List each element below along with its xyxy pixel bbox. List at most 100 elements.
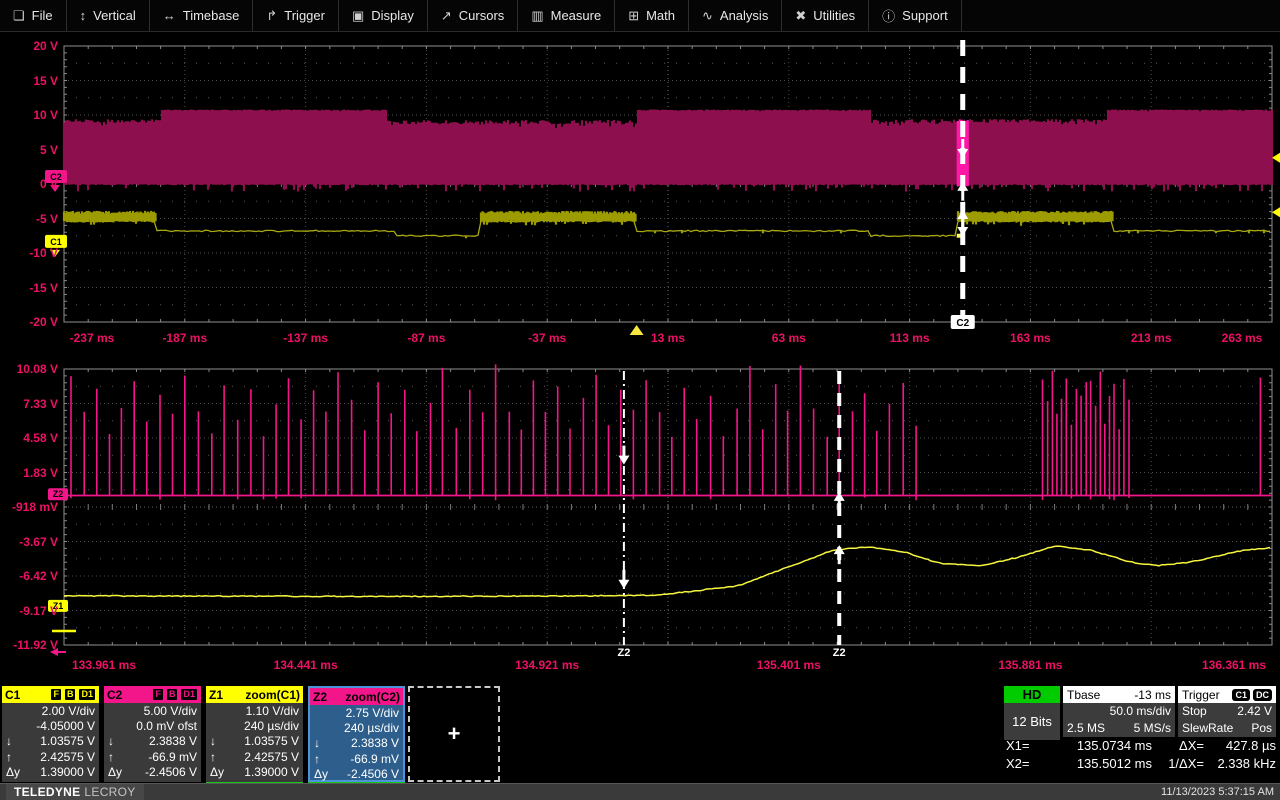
trigger-type: SlewRate: [1182, 721, 1234, 735]
trigger-source-badge: C1: [1232, 688, 1250, 701]
main-xtick: 213 ms: [1130, 331, 1172, 345]
row-symbol: Δy: [108, 765, 123, 780]
x2-value: 135.5012 ms: [1076, 756, 1152, 771]
row-value: -2.4506 V: [144, 765, 197, 780]
hd-label: HD: [1004, 686, 1060, 703]
row-symbol: Δy: [6, 765, 21, 780]
main-xtick: -237 ms: [69, 331, 115, 345]
main-ytick: 5 V: [39, 142, 58, 157]
cursor-readout: X1= 135.0734 ms ΔX= 427.8 µs X2= 135.501…: [1006, 737, 1276, 773]
hd-bits: 12 Bits: [1012, 714, 1052, 729]
row-value: 1.03575 V: [244, 734, 299, 749]
tbase-delay: -13 ms: [1134, 687, 1171, 702]
trace-name: C1: [5, 687, 21, 702]
row-value: 240 µs/div: [244, 719, 299, 734]
row-symbol: Δy: [314, 767, 329, 782]
tbase-label: Tbase: [1067, 687, 1101, 702]
row-value: 1.39000 V: [40, 765, 95, 780]
zoom-ytick: 7.33 V: [23, 396, 58, 411]
row-value: 1.03575 V: [40, 734, 95, 749]
main-ytick: 0 V: [39, 177, 58, 191]
row-value: 1.10 V/div: [245, 703, 299, 718]
zoom-xtick: 135.881 ms: [998, 658, 1063, 672]
c2-waveform: [62, 109, 1274, 192]
row-symbol: ↓: [314, 736, 320, 751]
main-ytick: 20 V: [33, 39, 58, 53]
row-value: 2.3838 V: [148, 734, 197, 749]
timebase-box[interactable]: Tbase -13 ms 50.0 ms/div 2.5 MS 5 MS/s: [1063, 686, 1175, 737]
descriptor-c2[interactable]: C2 F B D1 5.00 V/div 0.0 mV ofst ↓ 2.3838 V ↑ -66…: [104, 686, 201, 782]
svg-text:Z2: Z2: [617, 647, 630, 659]
main-ytick: -10 V: [29, 246, 58, 260]
main-xtick: -137 ms: [283, 331, 328, 345]
row-symbol: Δy: [210, 765, 225, 780]
zoom-xtick: 136.361 ms: [1201, 658, 1267, 672]
trigger-coupling-badge: DC: [1253, 688, 1272, 701]
x1-value: 135.0734 ms: [1076, 738, 1152, 753]
x1-label: X1=: [1006, 738, 1030, 753]
main-xtick: 13 ms: [650, 331, 686, 345]
trigger-label: Trigger: [1182, 687, 1220, 702]
row-value: -2.4506 V: [346, 767, 399, 782]
c1-waveform: [62, 210, 1270, 239]
row-value: -66.9 mV: [148, 749, 197, 764]
descriptor-z1[interactable]: Z1 zoom(C1) 1.10 V/div 240 µs/div ↓ 1.03575 V…: [206, 686, 303, 782]
zoom-source: zoom(C2): [345, 689, 400, 704]
zoom-xtick: 133.961 ms: [71, 658, 137, 672]
main-ytick: -15 V: [29, 280, 58, 295]
invdx-label: 1/ΔX=: [1168, 756, 1204, 771]
main-xtick: 163 ms: [1010, 331, 1051, 345]
zoom-ytick: -3.67 V: [19, 534, 58, 549]
tbase-memory: 2.5 MS: [1067, 721, 1106, 735]
row-value: -66.9 mV: [350, 751, 399, 766]
hd-mode-box[interactable]: HD 12 Bits: [1004, 686, 1060, 740]
zoom-ytick: -6.42 V: [19, 569, 58, 583]
oscilloscope-screen: ❏ File ↕ Vertical ↔ Timebase ↱ Trigger ▣ Display ↗…: [0, 0, 1280, 800]
main-ytick: 10 V: [33, 108, 58, 122]
main-xtick: 63 ms: [771, 331, 806, 345]
row-symbol: ↓: [6, 734, 12, 749]
row-value: 2.42575 V: [40, 749, 95, 764]
trace-level-arrow[interactable]: [1272, 152, 1280, 163]
row-symbol: ↓: [108, 734, 114, 749]
datetime: 11/13/2023 5:37:15 AM: [1161, 786, 1274, 798]
z2-waveform: [64, 364, 1272, 501]
zoom-source: zoom(C1): [245, 687, 300, 702]
zoom-xtick: 134.921 ms: [515, 658, 580, 672]
row-value: 2.3838 V: [350, 736, 399, 751]
row-symbol: ↑: [314, 751, 320, 766]
row-symbol: ↑: [210, 749, 216, 764]
zoom-ytick: 10.08 V: [16, 362, 58, 376]
badge-f: F: [152, 688, 164, 701]
descriptor-z2[interactable]: Z2 zoom(C2) 2.75 V/div 240 µs/div ↓ 2.3838 V ↑…: [308, 686, 405, 782]
dx-label: ΔX=: [1179, 738, 1204, 753]
scope-display[interactable]: C2 C2 C1 Z2 Z2 Z2 Z1: [0, 0, 1280, 800]
main-ytick: -5 V: [35, 211, 58, 226]
main-xtick: -37 ms: [528, 331, 567, 345]
badge-d1: D1: [78, 688, 96, 701]
zoom-ytick: 4.58 V: [23, 431, 58, 445]
svg-text:Z2: Z2: [833, 647, 846, 659]
trigger-mode: Stop: [1182, 704, 1207, 718]
main-ytick: -20 V: [29, 315, 58, 329]
zoom-ytick: -11.92 V: [13, 638, 58, 652]
row-value: 240 µs/div: [344, 721, 399, 736]
main-xtick: 263 ms: [1221, 331, 1263, 345]
descriptor-c1[interactable]: C1 F B D1 2.00 V/div -4.05000 V ↓ 1.03575 V ↑ 2.4…: [2, 686, 99, 782]
add-trace-box[interactable]: +: [408, 686, 500, 782]
trigger-level: 2.42 V: [1237, 704, 1272, 718]
row-value: 2.75 V/div: [345, 705, 399, 720]
badge-d1: D1: [180, 688, 198, 701]
zoom-xtick: 134.441 ms: [273, 658, 338, 672]
row-symbol: ↑: [6, 749, 12, 764]
x1-cursor[interactable]: Z2: [617, 371, 630, 659]
row-value: 5.00 V/div: [143, 703, 197, 718]
zoom-ytick: -9.17 V: [19, 603, 58, 618]
trace-level-arrow[interactable]: [1272, 207, 1280, 218]
trace-name: Z1: [209, 687, 224, 702]
trigger-box[interactable]: Trigger C1 DC Stop 2.42 V SlewRate Pos: [1178, 686, 1276, 737]
main-ytick: 15 V: [33, 73, 58, 88]
dx-value: 427.8 µs: [1225, 738, 1276, 753]
plus-icon: +: [447, 721, 461, 746]
row-symbol: ↓: [210, 734, 216, 749]
